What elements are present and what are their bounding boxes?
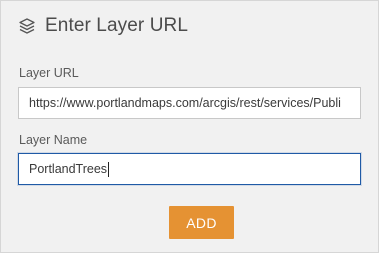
layer-name-value: PortlandTrees bbox=[29, 162, 108, 176]
layer-url-value: https://www.portlandmaps.com/arcgis/rest… bbox=[29, 96, 341, 110]
layers-icon bbox=[19, 18, 35, 34]
dialog-header: Enter Layer URL bbox=[17, 15, 188, 37]
add-layer-panel: Enter Layer URL Layer URL https://www.po… bbox=[0, 0, 379, 253]
text-caret bbox=[108, 162, 110, 178]
layer-url-input[interactable]: https://www.portlandmaps.com/arcgis/rest… bbox=[18, 87, 361, 119]
layer-name-input[interactable]: PortlandTrees bbox=[18, 153, 361, 185]
layer-name-label: Layer Name bbox=[19, 133, 88, 147]
dialog-title: Enter Layer URL bbox=[45, 15, 189, 36]
add-button[interactable]: ADD bbox=[169, 206, 234, 239]
layer-url-label: Layer URL bbox=[19, 66, 79, 80]
